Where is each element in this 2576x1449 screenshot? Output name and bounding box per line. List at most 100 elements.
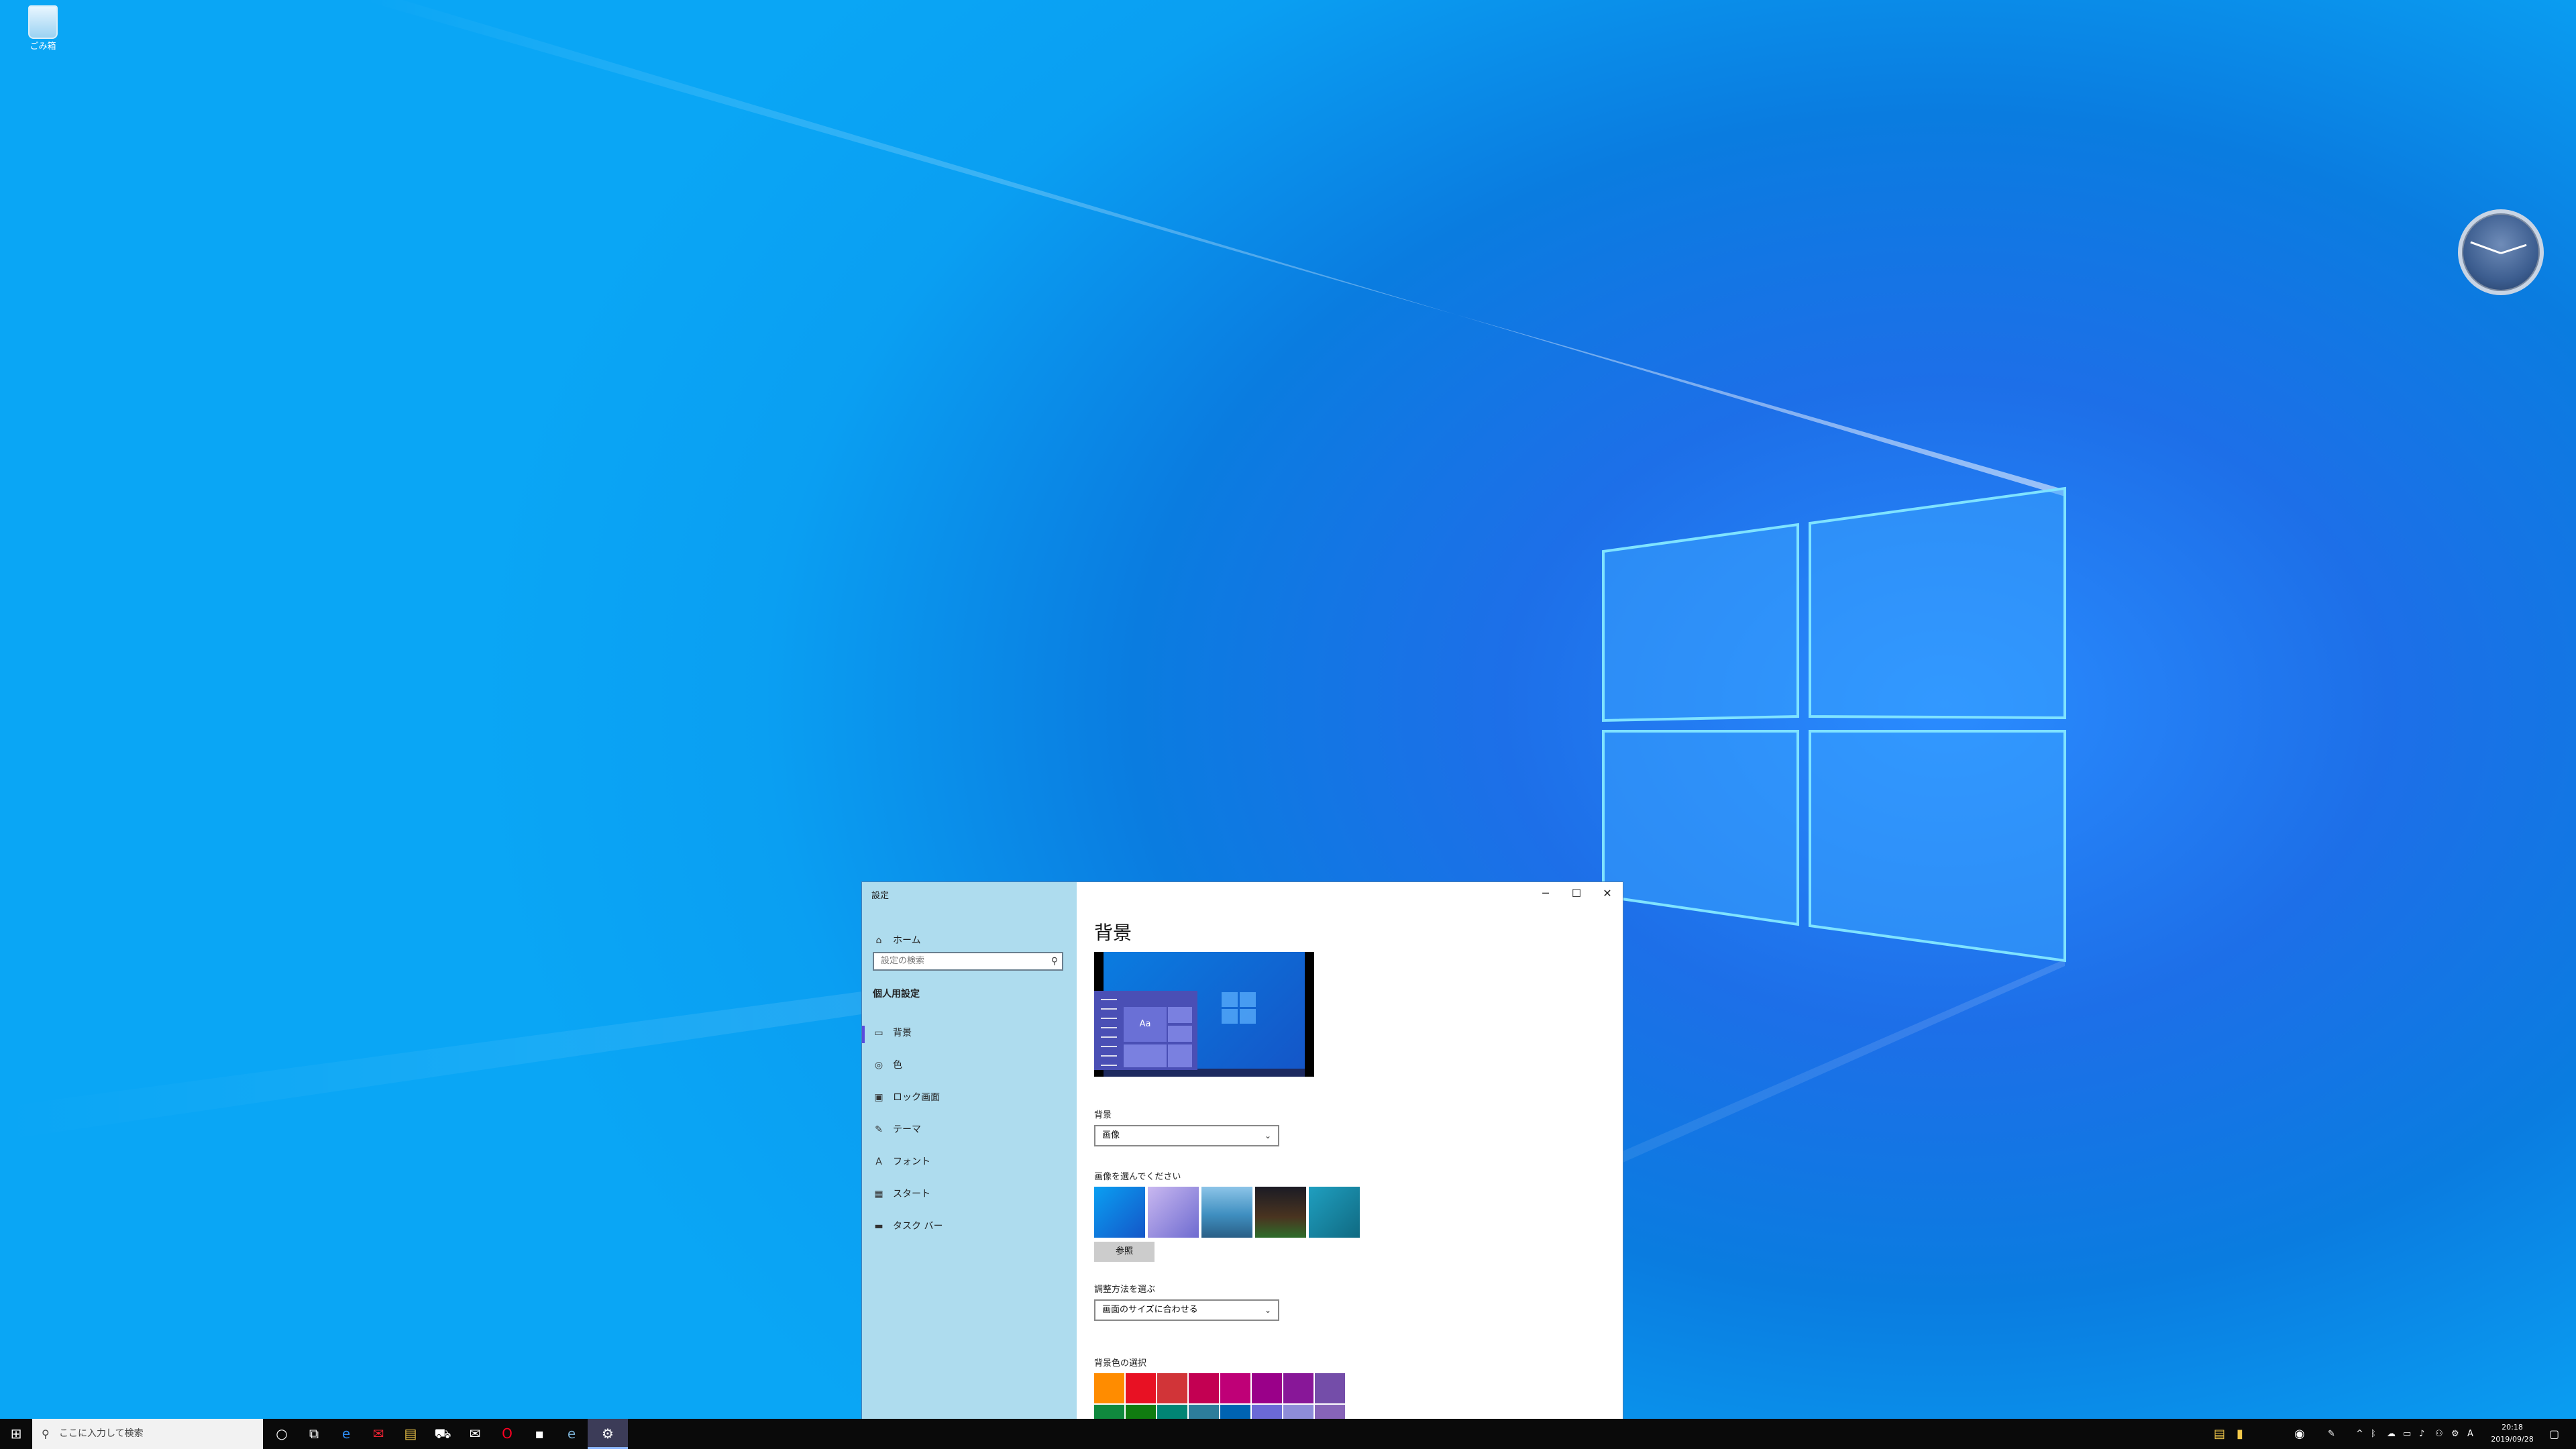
fit-dropdown[interactable]: 画面のサイズに合わせる ⌄: [1094, 1299, 1279, 1321]
cortana-icon: ○: [276, 1426, 288, 1442]
nav-item-label: テーマ: [893, 1124, 921, 1135]
store-button[interactable]: ⛟: [427, 1419, 459, 1449]
action-center-icon[interactable]: ▢: [2549, 1419, 2569, 1449]
nav-section-title: 個人用設定: [873, 989, 920, 1000]
tray-settings-icon[interactable]: ⚙: [2451, 1419, 2465, 1449]
mail-icon: ✉: [372, 1426, 384, 1442]
color-swatch[interactable]: [1094, 1373, 1124, 1403]
clock-hour-hand: [2500, 244, 2527, 254]
theme-icon: ✎: [875, 1124, 883, 1135]
wallpaper-thumbnail-1[interactable]: [1094, 1187, 1145, 1238]
wallpaper-thumbnail-5[interactable]: [1309, 1187, 1360, 1238]
task-view-button[interactable]: ⧉: [298, 1419, 330, 1449]
nav-item-taskbar[interactable]: ▬ タスク バー: [873, 1216, 943, 1236]
wallpaper-thumbnail-4[interactable]: [1255, 1187, 1306, 1238]
settings-taskbar-button[interactable]: ⚙: [588, 1419, 628, 1449]
tray-ime-icon[interactable]: A: [2467, 1419, 2481, 1449]
color-swatch[interactable]: [1252, 1373, 1282, 1403]
settings-search-input[interactable]: 設定の検索 ⚲: [873, 952, 1063, 971]
fit-label: 調整方法を選ぶ: [1094, 1285, 1156, 1295]
color-swatch[interactable]: [1283, 1405, 1313, 1419]
color-swatch[interactable]: [1220, 1405, 1250, 1419]
clock-minute-hand: [2470, 241, 2502, 254]
nav-item-lock-screen[interactable]: ▣ ロック画面: [873, 1087, 940, 1108]
clock-gadget[interactable]: [2458, 209, 2544, 295]
ie-button[interactable]: e: [555, 1419, 588, 1449]
wallpaper-thumbnail-3[interactable]: [1201, 1187, 1252, 1238]
app-button[interactable]: ▪: [523, 1419, 555, 1449]
nav-item-label: ロック画面: [893, 1092, 940, 1103]
color-swatch[interactable]: [1315, 1405, 1345, 1419]
search-icon: ⚲: [1051, 956, 1058, 967]
mail-button[interactable]: ✉: [459, 1419, 491, 1449]
internet-explorer-icon: e: [567, 1426, 576, 1442]
color-swatch[interactable]: [1126, 1373, 1156, 1403]
wallpaper-thumbnail-2[interactable]: [1148, 1187, 1199, 1238]
color-swatch[interactable]: [1189, 1373, 1219, 1403]
color-swatch[interactable]: [1094, 1405, 1124, 1419]
tray-bluetooth-icon[interactable]: ᛒ: [2371, 1419, 2384, 1449]
edge-button[interactable]: e: [330, 1419, 362, 1449]
browse-button[interactable]: 参照: [1094, 1242, 1155, 1262]
cortana-button[interactable]: ○: [266, 1419, 298, 1449]
nav-home[interactable]: ⌂ ホーム: [873, 930, 921, 951]
search-icon: ⚲: [42, 1428, 50, 1440]
background-color-label: 背景色の選択: [1094, 1358, 1147, 1368]
title-bar[interactable]: 設定 ─ ☐ ✕: [862, 882, 1623, 905]
tray-volume-icon[interactable]: ♪: [2419, 1419, 2432, 1449]
background-type-dropdown[interactable]: 画像 ⌄: [1094, 1125, 1279, 1146]
start-button[interactable]: ⊞: [0, 1419, 32, 1449]
chevron-down-icon: ⌄: [1264, 1305, 1271, 1315]
color-swatch[interactable]: [1157, 1405, 1187, 1419]
tray-notes-icon[interactable]: ▮: [2237, 1419, 2250, 1449]
palette-icon: ◎: [874, 1060, 883, 1071]
preview-sample-text: Aa: [1124, 1007, 1167, 1042]
tray-folder-icon[interactable]: ▤: [2214, 1419, 2233, 1449]
app-icon: ▪: [535, 1426, 544, 1442]
close-button[interactable]: ✕: [1592, 882, 1623, 905]
color-swatch[interactable]: [1189, 1405, 1219, 1419]
settings-content: 背景 Aa 背景 画像 ⌄ 画像を選んでください 参照 調整方法を選ぶ 画面のサ…: [1077, 882, 1623, 1419]
nav-item-fonts[interactable]: A フォント: [873, 1152, 930, 1172]
color-swatch[interactable]: [1220, 1373, 1250, 1403]
color-swatch[interactable]: [1315, 1373, 1345, 1403]
taskbar-time: 20:18: [2502, 1423, 2523, 1432]
nav-item-label: タスク バー: [893, 1221, 943, 1232]
recycle-bin-icon: [28, 5, 58, 39]
minimize-button[interactable]: ─: [1530, 882, 1561, 905]
nav-item-start[interactable]: ▦ スタート: [873, 1184, 930, 1204]
task-view-icon: ⧉: [309, 1426, 319, 1442]
taskbar-clock[interactable]: 20:18 2019/09/28: [2482, 1421, 2542, 1446]
background-type-value: 画像: [1102, 1130, 1120, 1140]
tray-network-icon[interactable]: ▭: [2403, 1419, 2416, 1449]
color-swatch[interactable]: [1157, 1373, 1187, 1403]
nav-item-label: 背景: [893, 1028, 912, 1038]
taskbar-search-input[interactable]: ⚲ ここに入力して検索: [32, 1419, 263, 1449]
background-type-label: 背景: [1094, 1110, 1112, 1120]
nav-item-themes[interactable]: ✎ テーマ: [873, 1120, 921, 1140]
tray-usb-icon[interactable]: ⚇: [2435, 1419, 2449, 1449]
color-swatch[interactable]: [1126, 1405, 1156, 1419]
image-icon: ▭: [874, 1028, 883, 1038]
tray-chevron-up-icon[interactable]: ^: [2356, 1419, 2367, 1449]
opera-icon: O: [502, 1426, 513, 1442]
tray-cloud-icon[interactable]: ☁: [2387, 1419, 2400, 1449]
nav-item-background[interactable]: ▭ 背景: [873, 1023, 912, 1043]
tray-pen-icon[interactable]: ✎: [2328, 1419, 2341, 1449]
mail-app-button[interactable]: ✉: [362, 1419, 394, 1449]
recycle-bin[interactable]: ごみ箱: [16, 5, 70, 52]
tray-app-icon[interactable]: ◉: [2294, 1419, 2312, 1449]
maximize-button[interactable]: ☐: [1561, 882, 1592, 905]
color-swatch[interactable]: [1252, 1405, 1282, 1419]
lock-screen-icon: ▣: [874, 1092, 883, 1103]
nav-item-color[interactable]: ◎ 色: [873, 1055, 902, 1075]
nav-home-label: ホーム: [893, 935, 921, 946]
file-explorer-button[interactable]: ▤: [394, 1419, 427, 1449]
window-title: 設定: [871, 891, 890, 901]
home-icon: ⌂: [875, 935, 882, 946]
opera-button[interactable]: O: [491, 1419, 523, 1449]
color-swatch[interactable]: [1283, 1373, 1313, 1403]
windows-logo-preview: [1222, 992, 1258, 1026]
settings-window: ⌂ ホーム 設定の検索 ⚲ 個人用設定 ▭ 背景 ◎ 色 ▣ ロック画面 ✎ テーマ Aフ…: [861, 881, 1623, 1420]
edge-icon: e: [341, 1426, 351, 1442]
